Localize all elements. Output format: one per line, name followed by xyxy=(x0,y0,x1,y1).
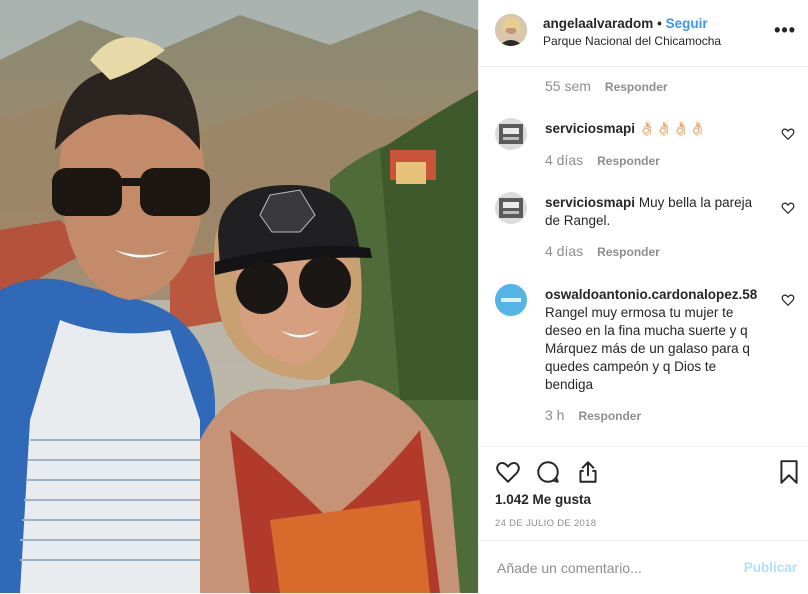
commenter-avatar-image xyxy=(495,192,527,224)
comments-list[interactable]: 55 sem Responder serviciosmapi 👌🏻👌🏻👌🏻👌🏻 xyxy=(479,66,808,446)
comment-body: serviciosmapi 👌🏻👌🏻👌🏻👌🏻 xyxy=(545,120,767,138)
commenter-avatar[interactable] xyxy=(495,118,527,150)
post-photo[interactable] xyxy=(0,0,478,593)
comment-meta: 4 días Responder xyxy=(545,152,660,168)
commenter-avatar[interactable] xyxy=(495,192,527,224)
like-comment-heart-icon[interactable] xyxy=(781,293,795,307)
post-sidebar: angelaalvaradom • Seguir Parque Nacional… xyxy=(478,0,808,593)
publish-button[interactable]: Publicar xyxy=(744,560,797,575)
bookmark-icon[interactable] xyxy=(776,459,802,485)
comment-username[interactable]: serviciosmapi xyxy=(545,195,635,210)
comment-time[interactable]: 55 sem xyxy=(545,78,591,94)
post-location[interactable]: Parque Nacional del Chicamocha xyxy=(543,34,721,48)
commenter-avatar-image xyxy=(495,284,527,316)
comment-bubble-icon[interactable] xyxy=(535,459,561,485)
comment-username[interactable]: oswaldoantonio.cardonalopez.58 xyxy=(545,287,757,302)
commenter-avatar[interactable] xyxy=(495,284,527,316)
like-comment-heart-icon[interactable] xyxy=(781,201,795,215)
reply-button[interactable]: Responder xyxy=(605,80,668,94)
add-comment-input[interactable] xyxy=(495,553,729,583)
comment-time[interactable]: 4 días xyxy=(545,152,583,168)
comment-body: oswaldoantonio.cardonalopez.58 Rangel mu… xyxy=(545,286,767,394)
like-comment-heart-icon[interactable] xyxy=(781,127,795,141)
comment-time[interactable]: 3 h xyxy=(545,407,564,423)
likes-count[interactable]: 1.042 Me gusta xyxy=(495,492,591,507)
comment-body: serviciosmapi Muy bella la pareja de Ran… xyxy=(545,194,767,230)
add-comment-bar: Publicar xyxy=(479,540,808,594)
comment-meta: 55 sem Responder xyxy=(545,78,668,94)
share-icon[interactable] xyxy=(575,459,601,485)
comment-time[interactable]: 4 días xyxy=(545,243,583,259)
reply-button[interactable]: Responder xyxy=(597,245,660,259)
comment-text: Rangel muy ermosa tu mujer te deseo en l… xyxy=(545,305,750,392)
comment-meta: 3 h Responder xyxy=(545,407,641,423)
like-heart-icon[interactable] xyxy=(495,459,521,485)
comment-username[interactable]: serviciosmapi xyxy=(545,121,635,136)
post-header: angelaalvaradom • Seguir Parque Nacional… xyxy=(479,0,808,67)
comment-text: 👌🏻👌🏻👌🏻👌🏻 xyxy=(638,121,707,136)
instagram-post-modal: angelaalvaradom • Seguir Parque Nacional… xyxy=(0,0,808,593)
author-avatar-image xyxy=(495,14,527,46)
reply-button[interactable]: Responder xyxy=(578,409,641,423)
post-date: 24 DE JULIO DE 2018 xyxy=(495,518,597,529)
follow-button[interactable]: Seguir xyxy=(666,16,708,31)
author-avatar[interactable] xyxy=(495,14,527,46)
author-username[interactable]: angelaalvaradom xyxy=(543,16,653,31)
comment-meta: 4 días Responder xyxy=(545,243,660,259)
author-line: angelaalvaradom • Seguir xyxy=(543,16,708,31)
more-options-icon[interactable]: ••• xyxy=(774,20,796,41)
reply-button[interactable]: Responder xyxy=(597,154,660,168)
separator-dot: • xyxy=(657,16,662,31)
selfie-image xyxy=(0,0,478,593)
commenter-avatar-image xyxy=(495,118,527,150)
